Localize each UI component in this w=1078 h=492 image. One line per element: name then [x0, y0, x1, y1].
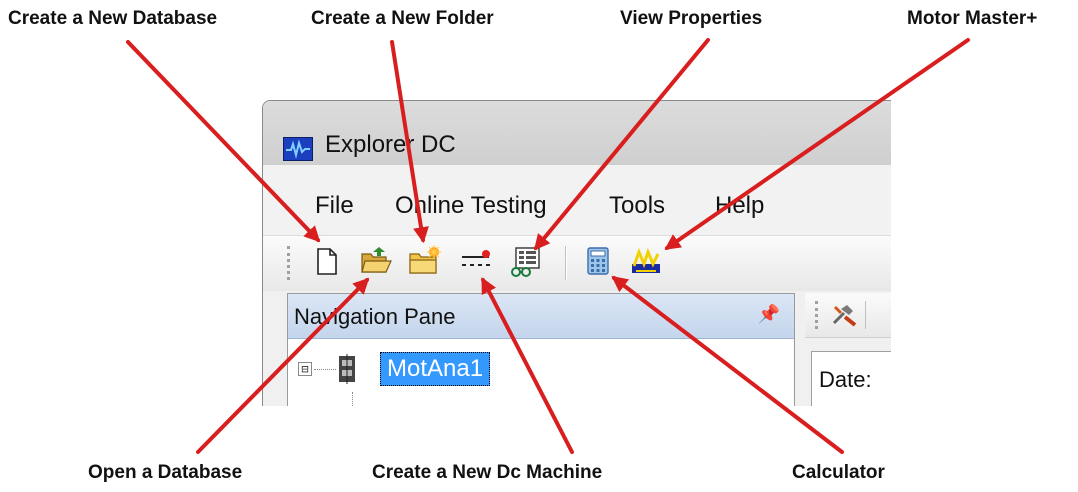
tree-child-connector — [352, 392, 353, 406]
menu-online-testing[interactable]: Online Testing — [395, 192, 547, 220]
motor-master-button[interactable] — [629, 244, 663, 278]
motor-analyzer-icon — [338, 354, 356, 384]
hammer-wrench-icon — [832, 305, 857, 327]
tree-expander[interactable]: ⊟ — [298, 362, 312, 376]
menu-help[interactable]: Help — [715, 192, 764, 220]
details-toolbar — [805, 293, 891, 338]
toolbar-grip[interactable] — [287, 246, 294, 280]
properties-icon — [511, 247, 540, 277]
main-toolbar — [263, 235, 891, 291]
details-toolbar-separator — [865, 301, 866, 329]
calculator-icon — [587, 247, 609, 275]
open-database-button[interactable] — [359, 244, 393, 278]
navigation-pane: Navigation Pane 📌 ⊟ MotAna1 — [287, 293, 795, 406]
label-create-new-database: Create a New Database — [8, 8, 218, 29]
new-document-icon — [317, 248, 337, 275]
label-view-properties: View Properties — [620, 8, 763, 29]
app-waveform-icon — [283, 137, 313, 161]
label-motor-master: Motor Master+ — [907, 8, 1038, 29]
new-folder-icon — [409, 245, 441, 274]
tools-button[interactable] — [829, 301, 859, 329]
toolbar-separator — [565, 246, 567, 280]
new-folder-button[interactable] — [407, 244, 441, 278]
open-folder-icon — [361, 247, 392, 273]
explorer-dc-window: Explorer DC File Online Testing Tools He… — [262, 100, 891, 406]
new-database-button[interactable] — [309, 244, 343, 278]
title-bar: Explorer DC — [263, 101, 891, 165]
navigation-pane-header: Navigation Pane 📌 — [288, 294, 794, 339]
date-label: Date: — [819, 367, 872, 392]
view-properties-button[interactable] — [509, 244, 543, 278]
motor-master-icon — [632, 247, 660, 273]
new-dc-machine-button[interactable] — [459, 244, 493, 278]
label-create-new-folder: Create a New Folder — [311, 8, 494, 29]
menu-tools[interactable]: Tools — [609, 192, 665, 220]
dc-machine-icon — [462, 250, 490, 266]
label-calculator: Calculator — [792, 462, 885, 483]
window-title: Explorer DC — [325, 131, 456, 158]
menu-file[interactable]: File — [315, 192, 354, 220]
details-pane: Date: — [805, 293, 891, 406]
calculator-button[interactable] — [581, 244, 615, 278]
tree-connector — [314, 369, 336, 370]
label-create-new-dc-machine: Create a New Dc Machine — [372, 462, 603, 483]
menu-bar: File Online Testing Tools Help — [263, 165, 891, 235]
navigation-pane-title: Navigation Pane — [294, 304, 456, 329]
tree-node-motana1[interactable]: MotAna1 — [380, 352, 491, 386]
label-open-database: Open a Database — [88, 462, 243, 483]
pin-icon[interactable]: 📌 — [758, 304, 780, 325]
details-toolbar-grip[interactable] — [815, 301, 822, 329]
